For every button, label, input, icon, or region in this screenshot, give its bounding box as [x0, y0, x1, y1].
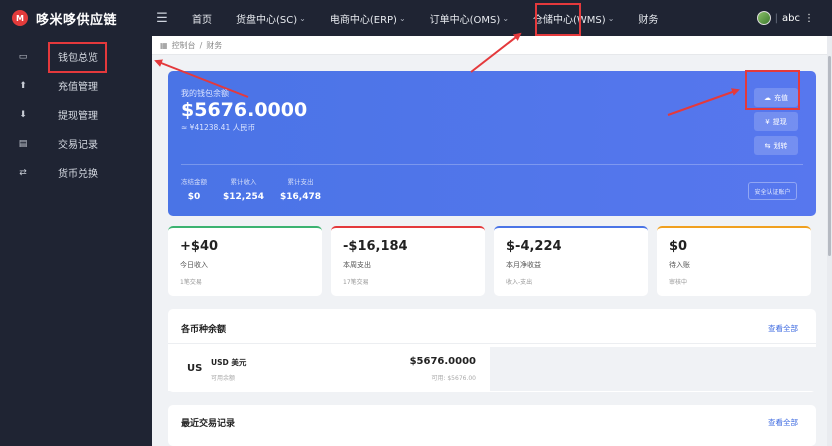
stat-card-week-expense: -$16,184 本周支出 17笔交易 — [331, 226, 485, 296]
secure-account-badge[interactable]: 安全认证账户 — [748, 182, 797, 200]
list-icon: ▤ — [18, 138, 28, 149]
more-icon[interactable]: ⋮ — [804, 13, 814, 24]
empty-slot — [490, 347, 816, 391]
chevron-down-icon: ⌄ — [502, 13, 510, 23]
cloud-upload-icon: ☁ — [764, 93, 771, 102]
sidebar-item-exchange[interactable]: ⇄ 货币兑换 — [0, 158, 152, 187]
view-all-link[interactable]: 查看全部 — [768, 323, 798, 334]
sidebar-item-withdraw[interactable]: ⬇ 提现管理 — [0, 100, 152, 129]
panel-title: 最近交易记录 — [181, 419, 236, 429]
sidebar-item-transactions[interactable]: ▤ 交易记录 — [0, 129, 152, 158]
transfer-button[interactable]: ⇆ 划转 — [754, 136, 798, 155]
username[interactable]: abc — [782, 13, 800, 24]
currency-available: 可用: $5676.00 — [431, 375, 476, 382]
top-nav: 首页 货盘中心(SC) ⌄ 电商中心(ERP) ⌄ 订单中心(OMS) ⌄ 仓储中心(… — [180, 0, 670, 36]
chevron-down-icon: ⌄ — [299, 13, 306, 23]
transfer-icon: ⇆ — [764, 141, 771, 150]
withdraw-button[interactable]: ¥ 提现 — [754, 112, 798, 131]
stat-card-month-net: $-4,224 本月净收益 收入-支出 — [494, 226, 648, 296]
divider — [168, 343, 816, 344]
brand-name: 哆米哆供应链 — [36, 12, 118, 28]
menu-toggle-icon[interactable]: ☰ — [152, 11, 172, 26]
scrollbar[interactable] — [827, 36, 832, 446]
recent-transactions-panel: 最近交易记录 查看全部 — [168, 405, 816, 446]
dashboard-icon: ▦ — [160, 40, 168, 50]
brand[interactable]: M 哆米哆供应链 — [0, 0, 152, 36]
stat-card-today-income: +$40 今日收入 1笔交易 — [168, 226, 322, 296]
card-icon: ▭ — [18, 51, 28, 62]
wallet-stats: 冻结金额 $0 累计收入 $12,254 累计支出 $16,478 — [181, 176, 321, 202]
currency-sub: 可用余额 — [211, 375, 236, 382]
stat-expense: 累计支出 $16,478 — [280, 178, 321, 202]
nav-wms[interactable]: 仓储中心(WMS) ⌄ — [521, 0, 626, 36]
currency-amount: $5676.0000 — [409, 356, 476, 367]
nav-finance[interactable]: 财务 — [626, 0, 670, 36]
scroll-thumb[interactable] — [828, 56, 831, 256]
wallet-card: 我的钱包余额 $5676.0000 ≈ ¥41238.41 人民币 冻结金额 $… — [168, 71, 816, 216]
sidebar: ▭ 钱包总览 ⬆ 充值管理 ⬇ 提现管理 ▤ 交易记录 ⇄ 货币兑换 — [0, 36, 152, 446]
divider — [181, 164, 803, 165]
user-menu[interactable]: | abc ⋮ — [756, 11, 832, 25]
exchange-icon: ⇄ — [19, 167, 27, 178]
sidebar-item-wallet-overview[interactable]: ▭ 钱包总览 — [0, 42, 152, 71]
download-icon: ⬇ — [19, 109, 27, 120]
currency-row[interactable]: US USD 美元 可用余额 $5676.0000 可用: $5676.00 — [168, 347, 490, 391]
wallet-balance: $5676.0000 — [181, 99, 308, 121]
nav-sc[interactable]: 货盘中心(SC) ⌄ — [224, 0, 318, 36]
chevron-down-icon: ⌄ — [398, 13, 406, 23]
recharge-button[interactable]: ☁ 充值 — [754, 88, 798, 107]
currency-balance-panel: 各币种余额 查看全部 US USD 美元 可用余额 $5676.0000 可用:… — [168, 309, 816, 392]
upload-icon: ⬆ — [19, 80, 27, 91]
breadcrumb: ▦ 控制台 / 财务 — [152, 36, 828, 55]
view-all-link[interactable]: 查看全部 — [768, 417, 798, 428]
panel-title: 各币种余额 — [181, 325, 227, 335]
currency-icon: ¥ — [765, 117, 770, 126]
avatar[interactable] — [756, 11, 771, 25]
wallet-label: 我的钱包余额 — [181, 89, 229, 98]
stat-frozen: 冻结金额 $0 — [181, 178, 207, 202]
stat-card-pending: $0 待入账 审核中 — [657, 226, 811, 296]
wallet-cny: ≈ ¥41238.41 人民币 — [181, 123, 256, 132]
nav-home[interactable]: 首页 — [180, 0, 224, 36]
chevron-down-icon: ⌄ — [607, 13, 615, 23]
nav-oms[interactable]: 订单中心(OMS) ⌄ — [418, 0, 521, 36]
stat-income: 累计收入 $12,254 — [223, 178, 264, 202]
nav-erp[interactable]: 电商中心(ERP) ⌄ — [318, 0, 418, 36]
currency-name: USD 美元 — [211, 358, 247, 367]
sidebar-item-recharge[interactable]: ⬆ 充值管理 — [0, 71, 152, 100]
top-bar: M 哆米哆供应链 ☰ 首页 货盘中心(SC) ⌄ 电商中心(ERP) ⌄ 订单中心(… — [0, 0, 832, 36]
breadcrumb-home[interactable]: 控制台 — [172, 40, 196, 51]
currency-code: US — [187, 363, 203, 374]
breadcrumb-current: 财务 — [206, 40, 223, 50]
brand-logo-icon: M — [12, 10, 28, 26]
